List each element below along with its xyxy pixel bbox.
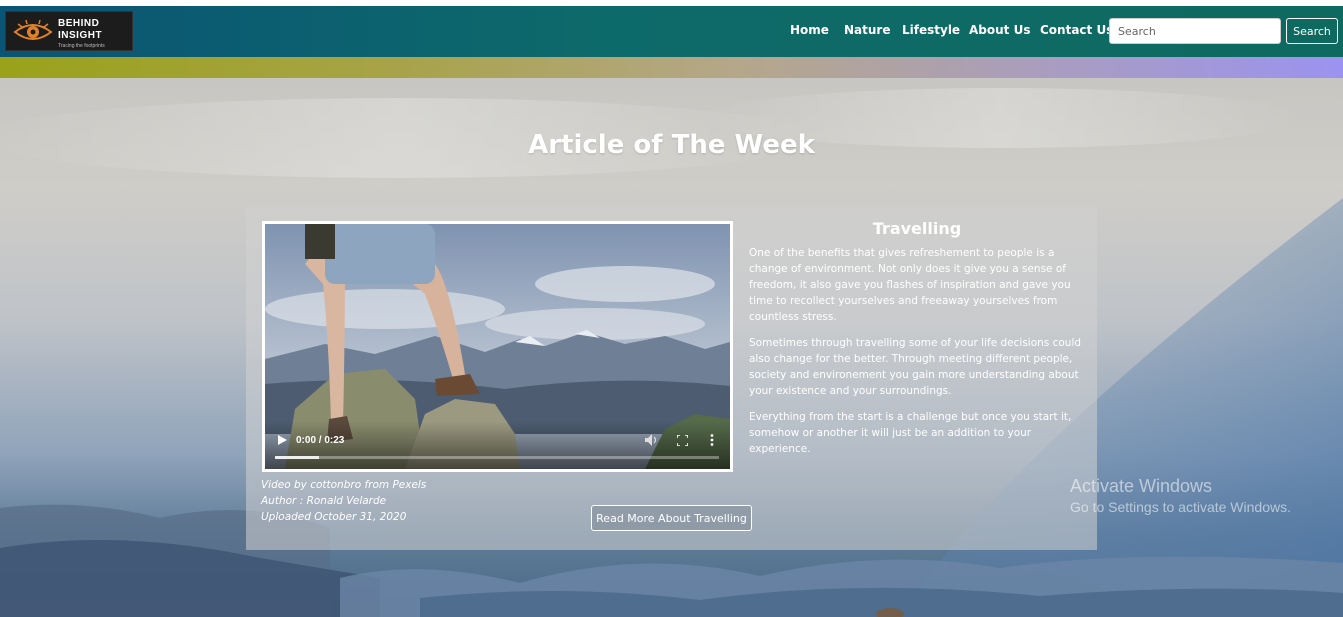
play-icon[interactable] <box>278 435 287 445</box>
nav-link-contact-us[interactable]: Contact Us <box>1040 23 1113 37</box>
video-progress-track[interactable] <box>275 456 719 459</box>
article-paragraph: One of the benefits that gives refreshem… <box>749 247 1071 323</box>
article-title: Travelling <box>872 219 962 238</box>
credit-source: Video by cottonbro from Pexels <box>261 479 427 491</box>
nav-link-nature[interactable]: Nature <box>844 23 890 37</box>
activate-windows-watermark: Activate Windows Go to Settings to activ… <box>1070 476 1291 515</box>
video-controls: 0:00 / 0:23 <box>265 421 730 469</box>
watermark-subtitle: Go to Settings to activate Windows. <box>1070 499 1291 515</box>
video-player[interactable]: 0:00 / 0:23 <box>262 221 733 472</box>
logo-tagline: Tracing the footprints <box>58 43 105 49</box>
nav-link-lifestyle[interactable]: Lifestyle <box>902 23 960 37</box>
nav-link-home[interactable]: Home <box>790 23 829 37</box>
article-card: 0:00 / 0:23 Video by cottonbro from Pexe… <box>246 207 1097 550</box>
search-input[interactable] <box>1109 18 1281 44</box>
article-paragraph: Sometimes through travelling some of you… <box>749 337 1082 397</box>
fullscreen-icon[interactable] <box>677 435 688 446</box>
read-more-button[interactable]: Read More About Travelling <box>591 505 752 531</box>
article-paragraph: Everything from the start is a challenge… <box>749 411 1072 455</box>
navbar: BEHIND INSIGHT Tracing the footprints Ho… <box>0 6 1343 57</box>
page-title: Article of The Week <box>528 130 815 160</box>
video-credits: Video by cottonbro from Pexels Author : … <box>261 477 426 525</box>
gradient-band <box>0 57 1343 78</box>
video-progress-fill <box>275 456 320 459</box>
hero-section: Article of The Week 0:00 / 0:23 Video by… <box>0 78 1343 617</box>
credit-upload-date: Uploaded October 31, 2020 <box>261 511 407 523</box>
credit-author: Author : Ronald Velarde <box>261 495 387 507</box>
menu-icon[interactable] <box>710 434 714 446</box>
watermark-title: Activate Windows <box>1070 476 1213 496</box>
article-body: One of the benefits that gives refreshem… <box>749 245 1085 467</box>
search-button[interactable]: Search <box>1286 18 1338 44</box>
video-time: 0:00 / 0:23 <box>296 435 345 446</box>
nav-link-about-us[interactable]: About Us <box>969 23 1030 37</box>
volume-icon[interactable] <box>645 434 659 446</box>
